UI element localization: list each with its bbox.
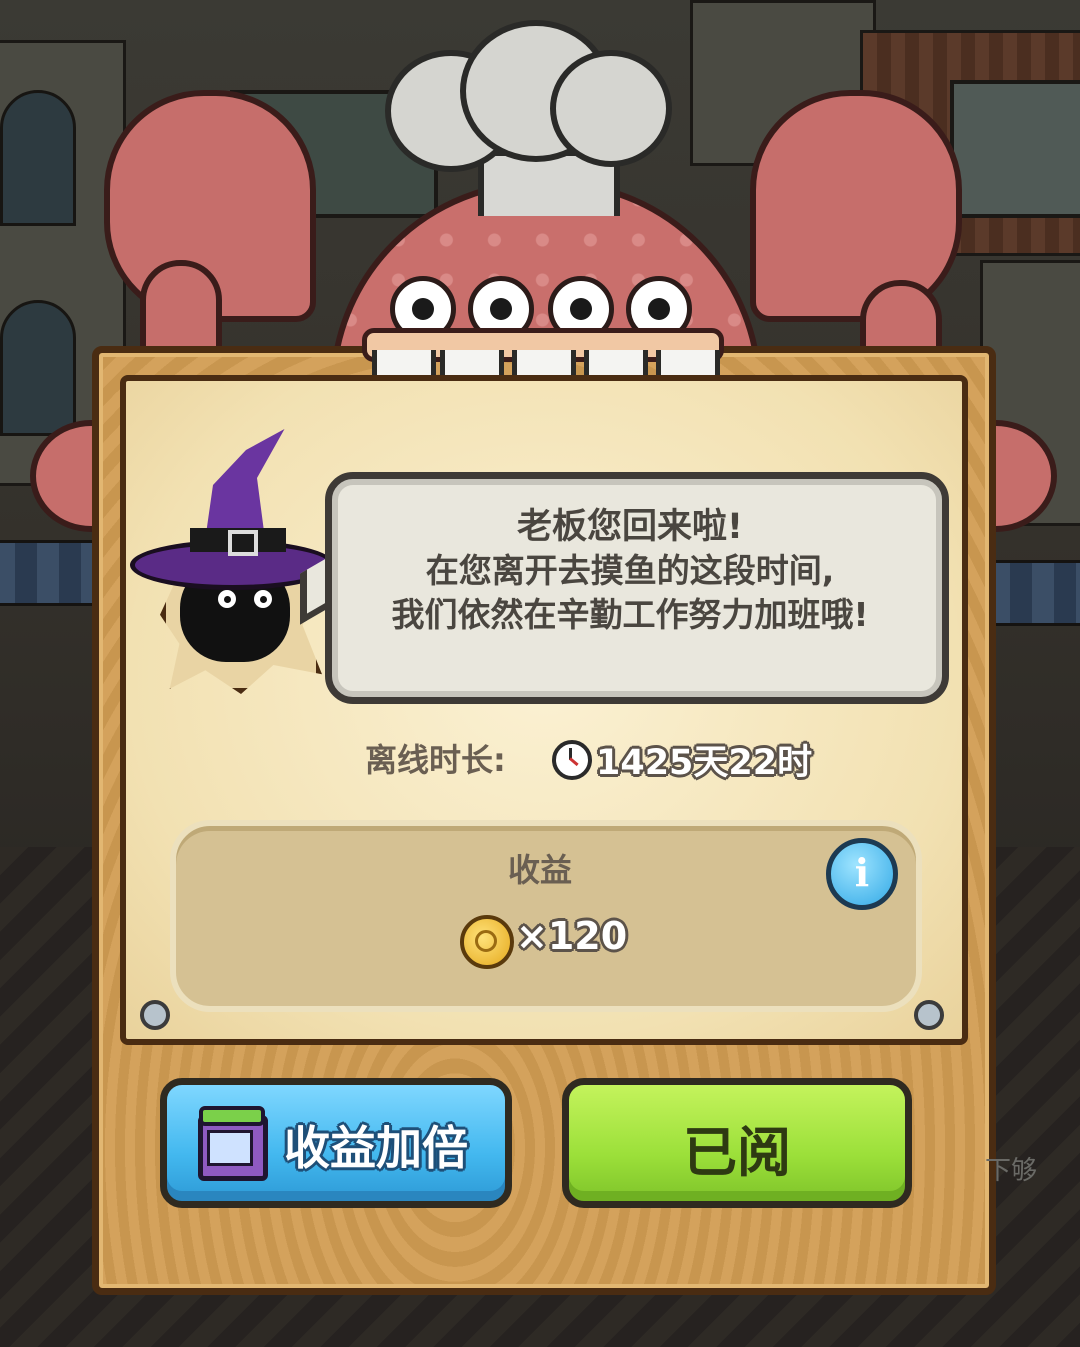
offline-duration-label: 离线时长: (365, 741, 506, 779)
coin-icon (460, 915, 514, 969)
rivet (140, 1000, 170, 1030)
witch-hat-buckle (228, 530, 258, 556)
awning-right (985, 560, 1080, 626)
tentacle-right-top (750, 90, 962, 322)
cat-eye (218, 590, 236, 608)
window (0, 300, 76, 436)
wall-poster (950, 80, 1080, 218)
cat-eye (254, 590, 272, 608)
clock-icon (552, 740, 592, 780)
speech-text: 老板您回来啦! 在您离开去摸鱼的这段时间, 我们依然在辛勤工作努力加班哦! (325, 505, 935, 637)
speech-line-1: 老板您回来啦! (517, 507, 743, 547)
offline-duration-value: 1425天22时 (596, 743, 813, 783)
read-label: 已阅 (683, 1121, 791, 1184)
reward-quantity: ×120 (516, 914, 628, 958)
info-icon[interactable]: i (826, 838, 898, 910)
rivet (914, 1000, 944, 1030)
awning-left (0, 540, 106, 606)
chef-hat-puff (550, 50, 672, 167)
tv-icon (198, 1106, 268, 1181)
background-hint-text: 下够 (985, 1156, 1038, 1186)
reward-title: 收益 (507, 851, 572, 889)
speech-line-3: 我们依然在辛勤工作努力加班哦! (391, 595, 869, 634)
window (0, 90, 76, 226)
speech-line-2: 在您离开去摸鱼的这段时间, (425, 551, 835, 590)
double-reward-label: 收益加倍 (284, 1121, 468, 1175)
